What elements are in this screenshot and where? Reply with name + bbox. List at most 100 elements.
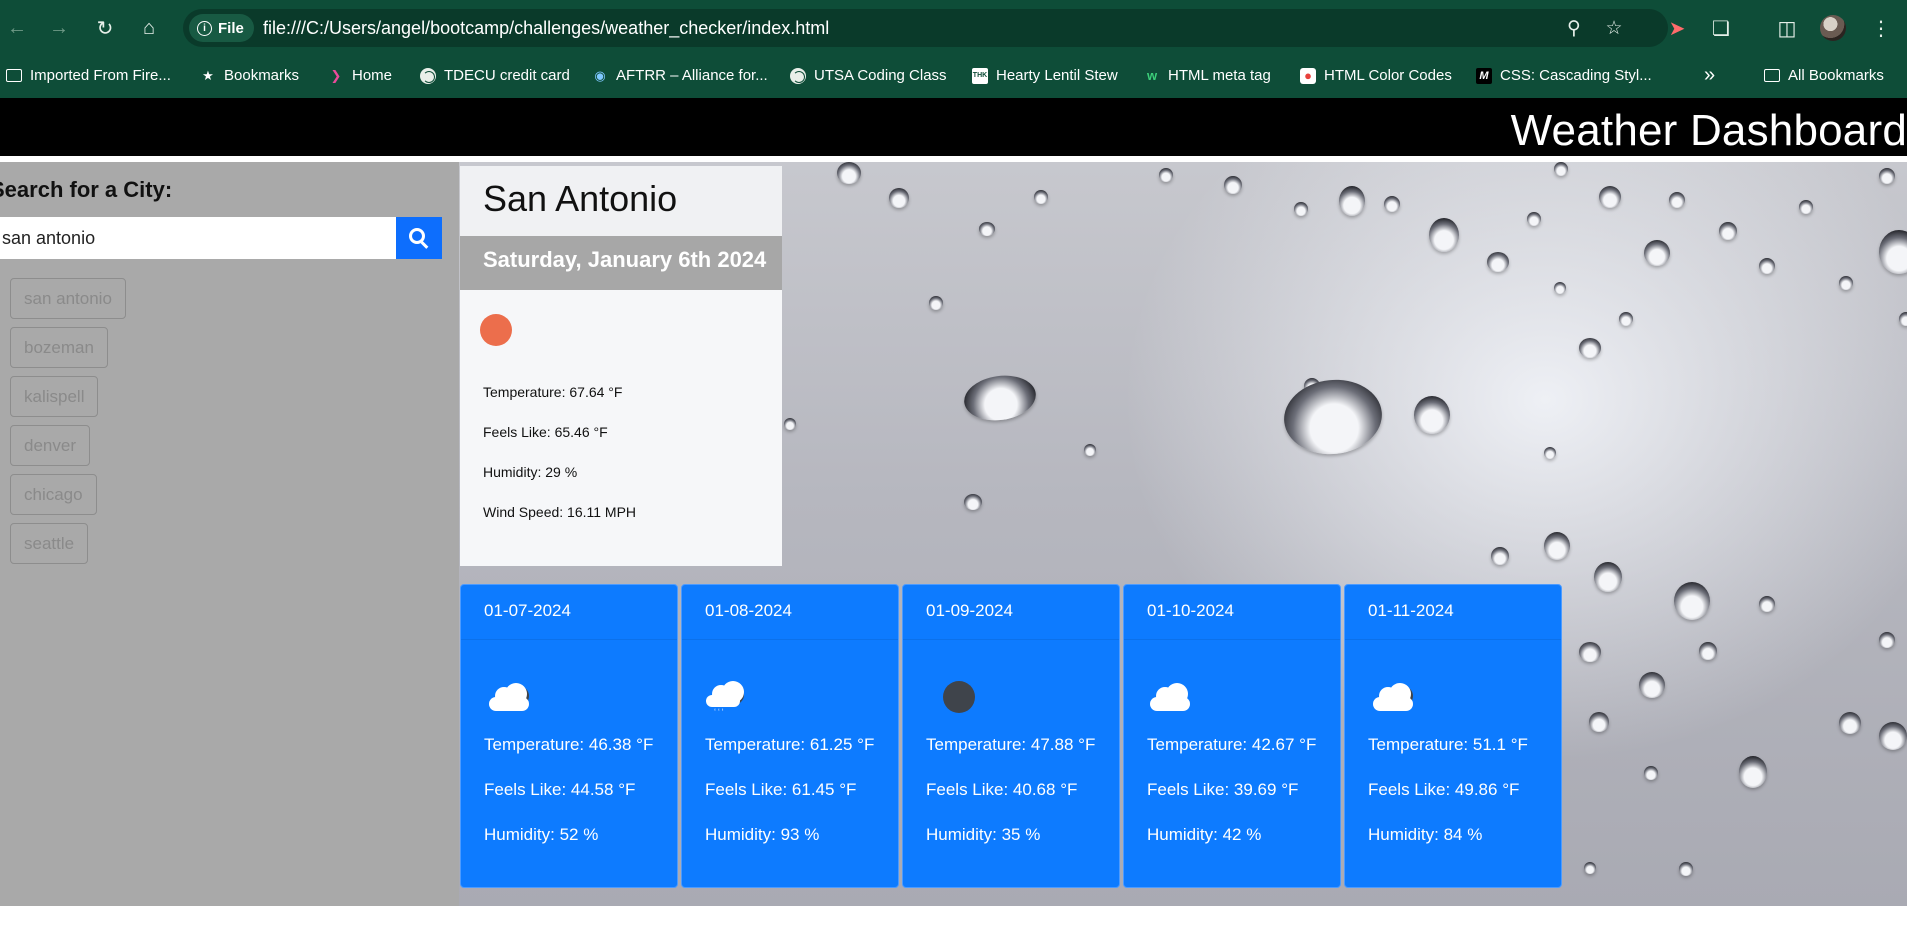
current-city-header: San Antonio bbox=[460, 166, 782, 236]
more-bookmarks-chevron-icon[interactable]: » bbox=[1704, 64, 1715, 87]
forecast-card: 01-09-2024 Temperature: 47.88 °F Feels L… bbox=[902, 584, 1120, 888]
back-arrow-icon[interactable]: ← bbox=[2, 14, 32, 42]
forecast-date: 01-10-2024 bbox=[1124, 585, 1340, 640]
omnibox[interactable]: i File file:///C:/Users/angel/bootcamp/c… bbox=[183, 9, 1668, 47]
forecast-date: 01-08-2024 bbox=[682, 585, 898, 640]
forecast-feels-like: Feels Like: 61.45 °F bbox=[705, 780, 857, 799]
forecast-humidity: Humidity: 84 % bbox=[1368, 825, 1483, 844]
address-bar: ← → ↻ ⌂ i File file:///C:/Users/angel/bo… bbox=[0, 0, 1907, 56]
rain-cloud-icon: ‘‘‘ bbox=[704, 675, 760, 717]
partly-cloudy-icon bbox=[483, 675, 539, 715]
bookmark-star-icon[interactable]: ☆ bbox=[1601, 15, 1627, 41]
bookmark-item[interactable]: Imported From Fire... bbox=[6, 67, 171, 84]
sun-icon bbox=[480, 314, 512, 346]
bookmark-label: Home bbox=[352, 67, 393, 84]
forecast-card: 01-08-2024 ‘‘‘ Temperature: 61.25 °F Fee… bbox=[681, 584, 899, 888]
reload-icon[interactable]: ↻ bbox=[90, 14, 120, 42]
info-icon: i bbox=[197, 20, 212, 36]
bookmark-label: HTML Color Codes bbox=[1324, 67, 1452, 84]
forecast-card: 01-10-2024 Temperature: 42.67 °F Feels L… bbox=[1123, 584, 1341, 888]
current-city-name: San Antonio bbox=[483, 178, 678, 219]
forecast-temperature: Temperature: 47.88 °F bbox=[926, 735, 1096, 754]
forecast-feels-like: Feels Like: 49.86 °F bbox=[1368, 780, 1520, 799]
side-panel-icon[interactable]: ◫ bbox=[1772, 13, 1802, 43]
bookmark-label: UTSA Coding Class bbox=[814, 67, 947, 84]
mdn-icon: M bbox=[1476, 67, 1492, 84]
profile-avatar[interactable] bbox=[1820, 15, 1846, 41]
site-chip-label: File bbox=[218, 19, 244, 37]
brand-icon: ❯ bbox=[330, 67, 342, 83]
forecast-date: 01-07-2024 bbox=[461, 585, 677, 640]
extensions-puzzle-icon[interactable]: ❏ bbox=[1706, 13, 1736, 43]
bookmark-item[interactable]: ★ Bookmarks bbox=[200, 67, 299, 84]
forecast-temperature: Temperature: 46.38 °F bbox=[484, 735, 654, 754]
bookmark-item[interactable]: TDECU credit card bbox=[420, 67, 570, 84]
forecast-card: 01-11-2024 Temperature: 51.1 °F Feels Li… bbox=[1344, 584, 1562, 888]
bookmark-label: Imported From Fire... bbox=[30, 67, 171, 84]
globe-icon bbox=[420, 67, 436, 84]
forecast-humidity: Humidity: 35 % bbox=[926, 825, 1041, 844]
bookmark-item[interactable]: w HTML meta tag bbox=[1144, 67, 1271, 84]
bookmark-label: AFTRR – Alliance for... bbox=[616, 67, 768, 84]
main-content: Search for a City: san antonio bozeman k… bbox=[0, 162, 1907, 906]
forecast-humidity: Humidity: 42 % bbox=[1147, 825, 1262, 844]
bookmark-label: CSS: Cascading Styl... bbox=[1500, 67, 1652, 84]
forecast-humidity: Humidity: 93 % bbox=[705, 825, 820, 844]
all-bookmarks-item[interactable]: All Bookmarks bbox=[1764, 67, 1884, 84]
bookmark-item[interactable]: UTSA Coding Class bbox=[790, 67, 947, 84]
search-label: Search for a City: bbox=[0, 177, 173, 202]
history-button[interactable]: chicago bbox=[10, 474, 97, 515]
forecast-card: 01-07-2024 Temperature: 46.38 °F Feels L… bbox=[460, 584, 678, 888]
bookmark-item[interactable]: ◉ AFTRR – Alliance for... bbox=[592, 67, 768, 84]
w-icon: w bbox=[1146, 68, 1158, 83]
history-button[interactable]: denver bbox=[10, 425, 90, 466]
forecast-date: 01-11-2024 bbox=[1345, 585, 1561, 640]
star-icon: ★ bbox=[202, 67, 214, 83]
bookmark-item[interactable]: M CSS: Cascading Styl... bbox=[1476, 67, 1652, 84]
forward-arrow-icon[interactable]: → bbox=[44, 14, 74, 42]
search-button[interactable] bbox=[396, 217, 442, 259]
search-sidebar: Search for a City: san antonio bozeman k… bbox=[0, 162, 459, 906]
forecast-feels-like: Feels Like: 40.68 °F bbox=[926, 780, 1078, 799]
forecast-temperature: Temperature: 42.67 °F bbox=[1147, 735, 1317, 754]
search-history: san antonio bozeman kalispell denver chi… bbox=[10, 278, 126, 572]
logo-icon: ◉ bbox=[594, 67, 606, 83]
search-icon bbox=[409, 228, 425, 244]
menu-kebab-icon[interactable]: ⋮ bbox=[1866, 13, 1896, 43]
current-weather-card: San Antonio Saturday, January 6th 2024 T… bbox=[460, 166, 782, 566]
extension-arrow-icon[interactable]: ➤ bbox=[1662, 13, 1692, 43]
site-info-chip[interactable]: i File bbox=[189, 14, 254, 42]
history-button[interactable]: kalispell bbox=[10, 376, 99, 417]
history-button[interactable]: san antonio bbox=[10, 278, 126, 319]
forecast-humidity: Humidity: 52 % bbox=[484, 825, 599, 844]
folder-icon bbox=[1764, 68, 1780, 84]
partly-cloudy-icon bbox=[1367, 675, 1423, 715]
bookmark-label: HTML meta tag bbox=[1168, 67, 1271, 84]
bookmark-item[interactable]: ● HTML Color Codes bbox=[1300, 67, 1452, 84]
page-header: Weather Dashboard bbox=[0, 98, 1907, 156]
page-title: Weather Dashboard bbox=[1510, 106, 1907, 155]
current-wind-speed: Wind Speed: 16.11 MPH bbox=[483, 504, 637, 520]
current-temperature: Temperature: 67.64 °F bbox=[483, 384, 623, 400]
city-search-input[interactable] bbox=[0, 217, 396, 259]
dark-cloud-icon bbox=[925, 675, 981, 715]
forecast-temperature: Temperature: 51.1 °F bbox=[1368, 735, 1528, 754]
history-button[interactable]: bozeman bbox=[10, 327, 108, 368]
all-bookmarks-label: All Bookmarks bbox=[1788, 67, 1884, 84]
cloud-icon bbox=[1146, 675, 1202, 715]
forecast-feels-like: Feels Like: 39.69 °F bbox=[1147, 780, 1299, 799]
bookmark-item[interactable]: THK Hearty Lentil Stew bbox=[972, 67, 1118, 84]
current-feels-like: Feels Like: 65.46 °F bbox=[483, 424, 608, 440]
bookmark-item[interactable]: ❯ Home bbox=[328, 67, 392, 84]
history-button[interactable]: seattle bbox=[10, 523, 89, 564]
bookmark-label: Hearty Lentil Stew bbox=[996, 67, 1118, 84]
forecast-date: 01-09-2024 bbox=[903, 585, 1119, 640]
folder-icon bbox=[6, 68, 22, 84]
home-icon[interactable]: ⌂ bbox=[134, 14, 164, 42]
thk-icon: THK bbox=[972, 67, 988, 84]
url-text[interactable]: file:///C:/Users/angel/bootcamp/challeng… bbox=[263, 18, 829, 39]
current-date: Saturday, January 6th 2024 bbox=[460, 236, 782, 290]
colorwheel-icon: ● bbox=[1300, 67, 1316, 84]
zoom-icon[interactable]: ⚲ bbox=[1561, 15, 1587, 41]
forecast-temperature: Temperature: 61.25 °F bbox=[705, 735, 875, 754]
